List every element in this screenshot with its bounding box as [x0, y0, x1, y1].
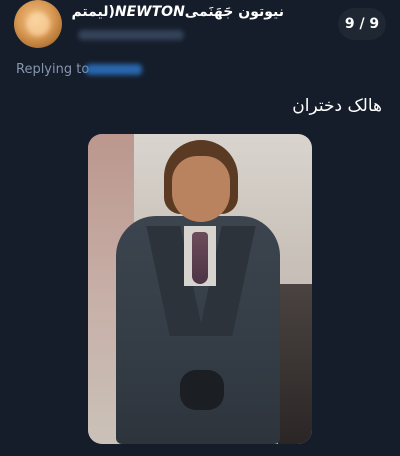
- replying-to-label: Replying to: [16, 62, 90, 77]
- image-figure-gloved-hands: [180, 370, 224, 410]
- blurred-handle: [78, 30, 184, 40]
- thread-counter-badge: 9 / 9: [338, 8, 386, 40]
- avatar[interactable]: [14, 0, 62, 48]
- thread-counter-text: 9 / 9: [344, 16, 380, 32]
- display-name[interactable]: نیوتون جَهَنَمیNEWTON(ليمتم: [71, 4, 284, 26]
- display-name-suffix: نیوتون جَهَنَمی: [184, 4, 284, 20]
- tweet-text: هالک دختران: [292, 96, 382, 116]
- blurred-mention-link[interactable]: [86, 64, 142, 75]
- image-figure-face: [172, 156, 230, 222]
- avatar-face: [26, 12, 50, 36]
- tweet-screen: نیوتون جَهَنَمیNEWTON(ليمتم 9 / 9 Replyi…: [0, 0, 400, 456]
- image-figure-tie: [192, 232, 208, 284]
- display-name-prefix: (ليمتم: [71, 4, 115, 20]
- tweet-image[interactable]: [88, 134, 312, 444]
- display-name-en: NEWTON: [114, 4, 185, 20]
- image-background-right: [278, 284, 312, 444]
